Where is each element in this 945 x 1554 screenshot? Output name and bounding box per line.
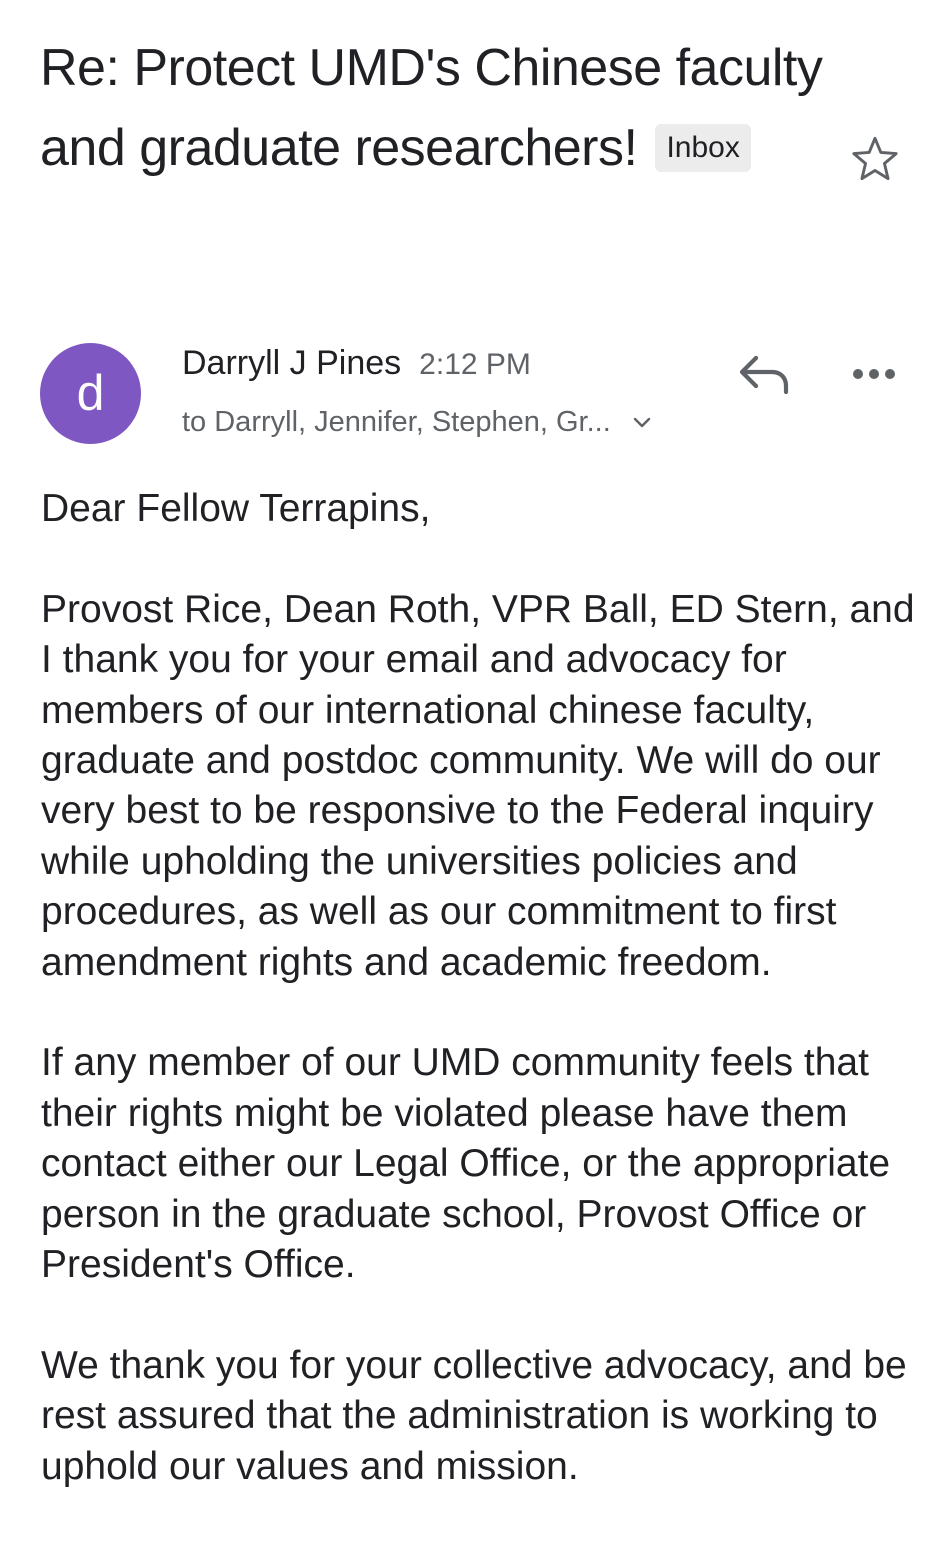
sent-time: 2:12 PM	[419, 348, 531, 381]
email-subject: Re: Protect UMD's Chinese faculty and gr…	[40, 28, 840, 188]
star-icon[interactable]	[848, 132, 902, 186]
sender-avatar[interactable]: d	[40, 343, 141, 444]
reply-icon[interactable]	[736, 350, 792, 398]
email-body: Dear Fellow Terrapins, Provost Rice, Dea…	[41, 484, 921, 1542]
email-paragraph-1: Provost Rice, Dean Roth, VPR Ball, ED St…	[41, 587, 915, 984]
sender-line: Darryll J Pines 2:12 PM	[182, 344, 531, 383]
chevron-down-icon[interactable]	[633, 404, 651, 437]
recipients-toggle[interactable]: to Darryll, Jennifer, Stephen, Gr...	[182, 404, 651, 439]
recipients-text: to Darryll, Jennifer, Stephen, Gr...	[182, 406, 611, 438]
email-subject-header: Re: Protect UMD's Chinese faculty and gr…	[40, 28, 840, 188]
email-paragraph-3: We thank you for your collective advocac…	[41, 1343, 907, 1488]
email-paragraph-2: If any member of our UMD community feels…	[41, 1041, 891, 1287]
more-options-icon[interactable]	[848, 356, 904, 392]
inbox-label-badge[interactable]: Inbox	[655, 124, 751, 172]
email-greeting: Dear Fellow Terrapins,	[41, 487, 431, 530]
avatar-letter: d	[76, 365, 105, 421]
sender-name[interactable]: Darryll J Pines	[182, 344, 401, 382]
